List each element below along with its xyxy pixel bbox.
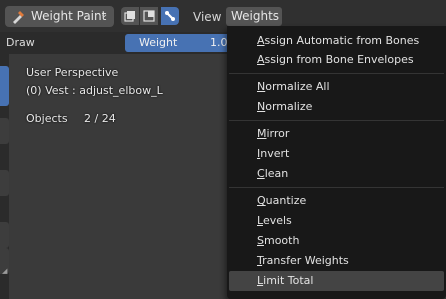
- menu-view[interactable]: View: [187, 8, 227, 26]
- menu-item-smooth[interactable]: Smooth: [229, 231, 444, 251]
- active-tool[interactable]: [0, 66, 9, 106]
- menu-item-label: Levels: [257, 214, 292, 227]
- menu-item-invert[interactable]: Invert: [229, 144, 444, 164]
- menu-item-label: Mirror: [257, 127, 290, 140]
- bone-select-icon: [165, 11, 175, 21]
- menu-item-quantize[interactable]: Quantize: [229, 191, 444, 211]
- menu-item-transfer-weights[interactable]: Transfer Weights: [229, 251, 444, 271]
- chevron-down-icon: ⌄: [100, 9, 109, 20]
- objects-stat-value: 2 / 24: [84, 112, 116, 125]
- viewport-perspective: User Perspective: [26, 66, 119, 79]
- menu-item-limit-total[interactable]: Limit Total: [229, 271, 444, 291]
- weight-paint-mode-icon: [11, 10, 25, 24]
- menu-item-label: Normalize All: [257, 80, 330, 93]
- menu-item-normalize[interactable]: Normalize: [229, 97, 444, 117]
- weight-slider[interactable]: Weight 1.0: [125, 34, 240, 52]
- expand-corner-icon[interactable]: ◢: [2, 267, 7, 275]
- menu-item-mirror[interactable]: Mirror: [229, 124, 444, 144]
- menu-item-clean[interactable]: Clean: [229, 164, 444, 184]
- tool-button[interactable]: [0, 222, 9, 248]
- menu-separator: [229, 187, 444, 188]
- face-select-button[interactable]: [140, 7, 158, 25]
- weight-value: 1.0: [210, 36, 228, 49]
- menu-item-normalize-all[interactable]: Normalize All: [229, 77, 444, 97]
- vertex-select-button[interactable]: [121, 7, 139, 25]
- weights-menu: Assign Automatic from Bones Assign from …: [227, 26, 446, 299]
- menu-weights[interactable]: Weights: [226, 7, 282, 26]
- menu-item-label: Normalize: [257, 100, 313, 113]
- tool-strip: [0, 54, 9, 299]
- mode-label: Weight Paint: [31, 9, 107, 23]
- menu-item-label: Transfer Weights: [257, 254, 349, 267]
- menu-separator: [229, 73, 444, 74]
- vertex-select-icon: [124, 11, 135, 22]
- viewport-object-info: (0) Vest : adjust_elbow_L: [26, 84, 163, 97]
- brush-name[interactable]: Draw: [6, 36, 35, 49]
- menu-item-assign-automatic[interactable]: Assign Automatic from Bones: [229, 31, 444, 51]
- weight-label: Weight: [139, 36, 178, 49]
- bone-select-button[interactable]: [161, 7, 179, 25]
- menu-item-label: Clean: [257, 167, 289, 180]
- menu-item-label: Limit Total: [257, 274, 314, 287]
- menu-separator: [229, 120, 444, 121]
- mode-dropdown[interactable]: Weight Paint ⌄: [5, 6, 114, 27]
- menu-item-label: Smooth: [257, 234, 300, 247]
- menu-item-levels[interactable]: Levels: [229, 211, 444, 231]
- objects-stat-label: Objects: [26, 112, 68, 125]
- tool-button[interactable]: [0, 118, 9, 144]
- menu-item-label: Assign Automatic from Bones: [257, 34, 420, 47]
- menu-item-label: Assign from Bone Envelopes: [257, 53, 414, 66]
- menu-item-label: Invert: [257, 147, 290, 160]
- menu-item-label: Quantize: [257, 194, 307, 207]
- tool-button[interactable]: [0, 170, 9, 196]
- face-select-icon: [143, 10, 155, 22]
- menu-item-assign-envelopes[interactable]: Assign from Bone Envelopes: [229, 50, 444, 70]
